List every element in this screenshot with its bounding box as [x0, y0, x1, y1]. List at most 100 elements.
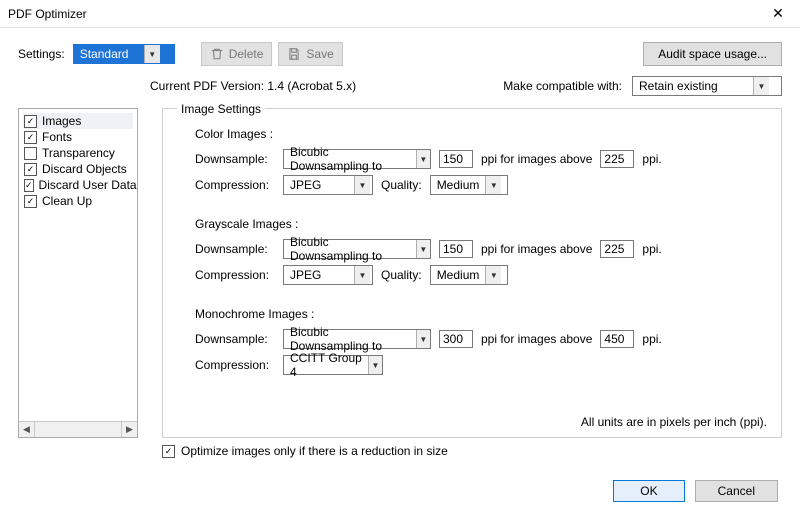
color-compression-row: Compression: JPEG ▼ Quality: Medium ▼ [195, 175, 767, 195]
delete-button[interactable]: Delete [201, 42, 273, 66]
sidebar-item-transparency[interactable]: Transparency [23, 145, 133, 161]
gray-downsample-row: Downsample: Bicubic Downsampling to ▼ 15… [195, 239, 767, 259]
image-settings-panel: Image Settings Color Images : Downsample… [162, 108, 782, 438]
chevron-down-icon: ▼ [416, 330, 430, 348]
checkbox-icon[interactable]: ✓ [24, 179, 34, 192]
color-images-heading: Color Images : [195, 127, 767, 141]
ok-button[interactable]: OK [613, 480, 684, 502]
chevron-down-icon: ▼ [485, 266, 501, 284]
color-compression-combo[interactable]: JPEG ▼ [283, 175, 373, 195]
checkbox-icon[interactable]: ✓ [24, 131, 37, 144]
color-downsample-combo[interactable]: Bicubic Downsampling to ▼ [283, 149, 431, 169]
main-area: ✓ Images ✓ Fonts Transparency ✓ Discard … [0, 106, 800, 438]
mono-above-input[interactable]: 450 [600, 330, 634, 348]
title-bar: PDF Optimizer ✕ [0, 0, 800, 28]
color-quality-combo[interactable]: Medium ▼ [430, 175, 508, 195]
sidebar-item-images[interactable]: ✓ Images [23, 113, 133, 129]
meta-row: Current PDF Version: 1.4 (Acrobat 5.x) M… [0, 74, 800, 106]
downsample-label: Downsample: [195, 242, 275, 256]
optimize-label: Optimize images only if there is a reduc… [181, 444, 448, 458]
gray-quality-combo[interactable]: Medium ▼ [430, 265, 508, 285]
monochrome-images-section: Monochrome Images : Downsample: Bicubic … [177, 307, 767, 375]
mono-compression-row: Compression: CCITT Group 4 ▼ [195, 355, 767, 375]
checkbox-icon[interactable] [24, 147, 37, 160]
sidebar-item-discard-objects[interactable]: ✓ Discard Objects [23, 161, 133, 177]
mono-downsample-row: Downsample: Bicubic Downsampling to ▼ 30… [195, 329, 767, 349]
scroll-left-icon[interactable]: ◀ [19, 422, 35, 437]
units-footnote: All units are in pixels per inch (ppi). [581, 415, 767, 429]
compat-label: Make compatible with: [503, 79, 622, 93]
category-list: ✓ Images ✓ Fonts Transparency ✓ Discard … [18, 108, 138, 438]
ppi-label: ppi. [642, 152, 661, 166]
monochrome-images-heading: Monochrome Images : [195, 307, 767, 321]
settings-label: Settings: [18, 47, 65, 61]
panel-title: Image Settings [177, 102, 265, 116]
checkbox-icon[interactable]: ✓ [24, 195, 37, 208]
sidebar-item-label: Images [42, 114, 81, 128]
delete-label: Delete [229, 47, 264, 61]
settings-combo[interactable]: Standard ▼ [73, 44, 175, 64]
trash-icon [210, 47, 224, 61]
sidebar-item-label: Transparency [42, 146, 115, 160]
gray-compression-combo[interactable]: JPEG ▼ [283, 265, 373, 285]
audit-space-usage-button[interactable]: Audit space usage... [643, 42, 782, 66]
gray-above-input[interactable]: 225 [600, 240, 634, 258]
compat-combo[interactable]: Retain existing ▼ [632, 76, 782, 96]
color-downsample-row: Downsample: Bicubic Downsampling to ▼ 15… [195, 149, 767, 169]
h-scrollbar[interactable]: ◀ ▶ [19, 421, 137, 437]
save-icon [287, 47, 301, 61]
grayscale-images-section: Grayscale Images : Downsample: Bicubic D… [177, 217, 767, 285]
sidebar-item-label: Discard Objects [42, 162, 127, 176]
ppi-above-label: ppi for images above [481, 152, 592, 166]
ppi-above-label: ppi for images above [481, 242, 592, 256]
color-images-section: Color Images : Downsample: Bicubic Downs… [177, 127, 767, 195]
chevron-down-icon: ▼ [485, 176, 501, 194]
save-button[interactable]: Save [278, 42, 342, 66]
gray-compression-row: Compression: JPEG ▼ Quality: Medium ▼ [195, 265, 767, 285]
downsample-label: Downsample: [195, 152, 275, 166]
checkbox-icon[interactable]: ✓ [24, 115, 37, 128]
checkbox-icon[interactable]: ✓ [24, 163, 37, 176]
chevron-down-icon: ▼ [144, 45, 160, 63]
compat-value: Retain existing [633, 79, 753, 93]
ppi-above-label: ppi for images above [481, 332, 592, 346]
gray-ppi-input[interactable]: 150 [439, 240, 473, 258]
chevron-down-icon: ▼ [368, 356, 382, 374]
quality-label: Quality: [381, 268, 422, 282]
dialog-buttons: OK Cancel [0, 458, 800, 502]
ppi-label: ppi. [642, 332, 661, 346]
optimize-checkbox[interactable]: ✓ [162, 445, 175, 458]
ppi-label: ppi. [642, 242, 661, 256]
mono-downsample-combo[interactable]: Bicubic Downsampling to ▼ [283, 329, 431, 349]
gray-downsample-combo[interactable]: Bicubic Downsampling to ▼ [283, 239, 431, 259]
compression-label: Compression: [195, 268, 275, 282]
window-title: PDF Optimizer [8, 7, 764, 21]
chevron-down-icon: ▼ [354, 176, 370, 194]
optimize-only-row: ✓ Optimize images only if there is a red… [0, 438, 800, 458]
sidebar-item-discard-user-data[interactable]: ✓ Discard User Data [23, 177, 133, 193]
settings-combo-value: Standard [74, 47, 144, 61]
chevron-down-icon: ▼ [416, 150, 430, 168]
mono-ppi-input[interactable]: 300 [439, 330, 473, 348]
sidebar-item-label: Fonts [42, 130, 72, 144]
grayscale-images-heading: Grayscale Images : [195, 217, 767, 231]
color-ppi-input[interactable]: 150 [439, 150, 473, 168]
sidebar-item-fonts[interactable]: ✓ Fonts [23, 129, 133, 145]
category-items: ✓ Images ✓ Fonts Transparency ✓ Discard … [19, 109, 137, 421]
close-button[interactable]: ✕ [764, 5, 792, 22]
toolbar: Settings: Standard ▼ Delete Save Audit s… [0, 28, 800, 74]
cancel-button[interactable]: Cancel [695, 480, 778, 502]
downsample-label: Downsample: [195, 332, 275, 346]
scroll-right-icon[interactable]: ▶ [121, 422, 137, 437]
compression-label: Compression: [195, 178, 275, 192]
sidebar-item-clean-up[interactable]: ✓ Clean Up [23, 193, 133, 209]
mono-compression-combo[interactable]: CCITT Group 4 ▼ [283, 355, 383, 375]
compression-label: Compression: [195, 358, 275, 372]
current-pdf-version: Current PDF Version: 1.4 (Acrobat 5.x) [150, 79, 356, 93]
color-above-input[interactable]: 225 [600, 150, 634, 168]
quality-label: Quality: [381, 178, 422, 192]
sidebar-item-label: Clean Up [42, 194, 92, 208]
chevron-down-icon: ▼ [753, 77, 769, 95]
chevron-down-icon: ▼ [416, 240, 430, 258]
scroll-track[interactable] [35, 422, 121, 437]
